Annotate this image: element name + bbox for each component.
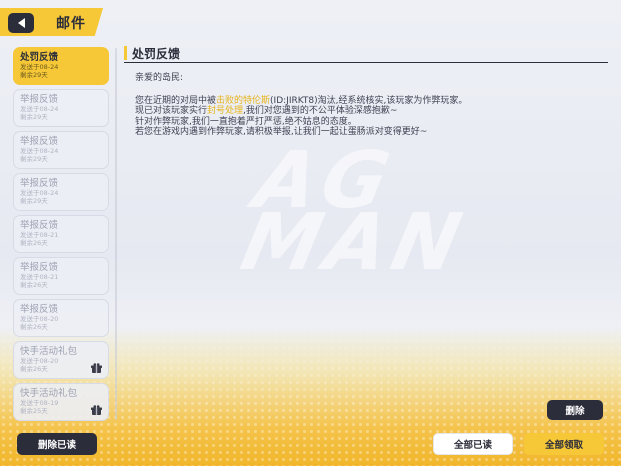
mail-item-title: 快手活动礼包	[20, 388, 78, 399]
mail-item-remaining: 剩余26天	[20, 323, 48, 331]
mail-item-date: 发送于08-24	[20, 147, 59, 155]
mail-list-item[interactable]: 举报反馈 发送于08-24 剩余29天	[13, 173, 109, 211]
mail-item-remaining: 剩余26天	[20, 239, 48, 247]
mail-item-remaining: 剩余29天	[20, 197, 48, 205]
delete-read-button[interactable]: 删除已读	[17, 433, 97, 455]
mail-title: 处罚反馈	[132, 47, 181, 61]
mail-list-item[interactable]: 处罚反馈 发送于08-24 剩余29天	[13, 47, 109, 85]
mail-list-item[interactable]: 举报反馈 发送于08-20 剩余26天	[13, 299, 109, 337]
line2-text-a: 现已对该玩家实行	[135, 106, 208, 116]
mail-item-date: 发送于08-24	[20, 189, 59, 197]
gift-icon	[91, 363, 102, 373]
mail-body: 亲爱的岛民: 您在近期的对局中被击败的特伦斯(ID:JIRKT8)淘汰,经系统核…	[135, 73, 605, 138]
delete-button[interactable]: 删除	[547, 400, 603, 420]
mail-item-date: 发送于08-24	[20, 63, 59, 71]
page-title: 邮件	[56, 16, 86, 32]
title-accent-bar	[124, 46, 127, 60]
mail-item-title: 举报反馈	[20, 220, 59, 231]
mail-line-1: 您在近期的对局中被击败的特伦斯(ID:JIRKT8)淘汰,经系统核实,该玩家为作…	[135, 96, 605, 107]
line1-text-b: (ID:JIRKT8)淘汰,经系统核实,该玩家为作弊玩家。	[270, 95, 468, 106]
mail-list-item[interactable]: 举报反馈 发送于08-24 剩余29天	[13, 131, 109, 169]
line1-text-a: 您在近期的对局中被	[135, 95, 217, 106]
mail-item-title: 举报反馈	[20, 136, 59, 147]
mail-list[interactable]: 处罚反馈 发送于08-24 剩余29天 举报反馈 发送于08-24 剩余29天 举报反馈 发送…	[13, 47, 111, 421]
gift-icon	[91, 405, 102, 415]
mail-item-title: 快手活动礼包	[20, 346, 78, 357]
mail-item-remaining: 剩余26天	[20, 365, 48, 373]
mail-item-remaining: 剩余29天	[20, 113, 48, 121]
back-button[interactable]	[8, 13, 34, 33]
mail-item-date: 发送于08-21	[20, 231, 59, 239]
mail-list-item[interactable]: 快手活动礼包 发送于08-20 剩余26天	[13, 341, 109, 379]
mail-item-title: 举报反馈	[20, 94, 59, 105]
background-logo-watermark: AG MAN	[233, 136, 475, 288]
claim-all-button[interactable]: 全部领取	[524, 433, 604, 455]
mail-greeting: 亲爱的岛民:	[135, 73, 184, 83]
mail-item-title: 举报反馈	[20, 262, 59, 273]
mail-list-item[interactable]: 快手活动礼包 发送于08-19 剩余25天	[13, 383, 109, 421]
mail-line-3: 针对作弊玩家,我们一直抱着严打严惩,绝不姑息的态度。	[135, 116, 357, 127]
mail-item-title: 举报反馈	[20, 178, 59, 189]
mail-list-item[interactable]: 举报反馈 发送于08-21 剩余26天	[13, 215, 109, 253]
line2-text-b: ,我们对您遇到的不公平体验深感抱歉~	[243, 106, 398, 116]
mail-line-4: 若您在游戏内遇到作弊玩家,请积极举报,让我们一起让蛋肠派对变得更好~	[135, 127, 428, 137]
mail-item-title: 处罚反馈	[20, 52, 59, 63]
mail-item-date: 发送于08-24	[20, 105, 59, 113]
mail-item-remaining: 剩余26天	[20, 281, 48, 289]
mail-item-remaining: 剩余29天	[20, 155, 48, 163]
mail-list-item[interactable]: 举报反馈 发送于08-24 剩余29天	[13, 89, 109, 127]
mail-item-date: 发送于08-19	[20, 399, 59, 407]
mail-line-2: 现已对该玩家实行封号处理,我们对您遇到的不公平体验深感抱歉~	[135, 106, 605, 117]
punishment-highlight: 封号处理	[207, 106, 244, 116]
mail-item-date: 发送于08-20	[20, 357, 59, 365]
mail-content-header: 处罚反馈	[124, 44, 608, 63]
mail-item-date: 发送于08-20	[20, 315, 59, 323]
player-name-highlight: 击败的特伦斯	[216, 95, 271, 106]
mail-item-remaining: 剩余25天	[20, 407, 48, 415]
mail-list-scrollbar[interactable]	[115, 48, 117, 420]
back-arrow-icon	[17, 18, 25, 28]
mail-list-item[interactable]: 举报反馈 发送于08-21 剩余26天	[13, 257, 109, 295]
title-divider	[124, 62, 608, 63]
mail-item-remaining: 剩余29天	[20, 71, 48, 79]
mail-item-title: 举报反馈	[20, 304, 59, 315]
read-all-button[interactable]: 全部已读	[433, 433, 513, 455]
mail-item-date: 发送于08-21	[20, 273, 59, 281]
